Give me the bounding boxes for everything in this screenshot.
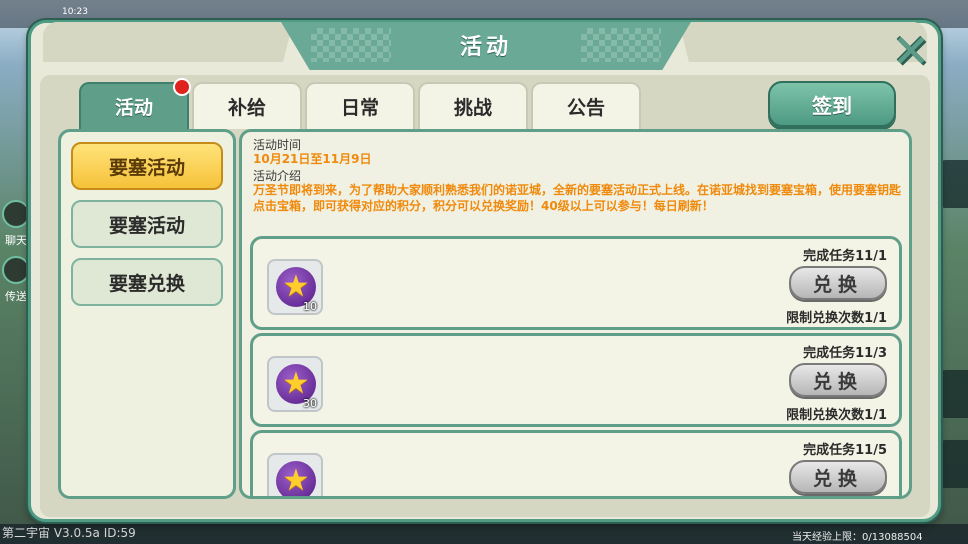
exchange-label: 兑换 [812, 467, 863, 490]
tab-challenge[interactable]: 挑战 [418, 82, 528, 129]
reward-card: ★ 完成任务11/5 兑换 [250, 430, 902, 496]
exchange-button[interactable]: 兑换 [789, 363, 887, 397]
tab-activity[interactable]: 活动 [79, 78, 191, 129]
reward-item-slot: ★ 10 [267, 259, 323, 315]
exchange-limit: 限制兑换次数1/1 [786, 408, 887, 423]
tab-label: 补给 [227, 97, 266, 119]
close-icon[interactable]: ✕ [892, 28, 931, 74]
signin-button[interactable]: 签到 [768, 81, 896, 127]
menu-item-label: 要塞活动 [108, 156, 185, 179]
task-progress: 完成任务11/5 [803, 443, 887, 458]
close-button[interactable]: ✕ [889, 28, 933, 74]
task-progress: 完成任务11/1 [803, 249, 887, 264]
reward-item-slot: ★ 30 [267, 356, 323, 412]
dialog-title: 活动 [459, 35, 512, 60]
exchange-button[interactable]: 兑换 [789, 460, 887, 494]
teleport-icon[interactable] [2, 256, 30, 284]
header-band-left [43, 22, 293, 62]
tab-label: 日常 [340, 97, 379, 119]
reward-quantity: 10 [303, 300, 317, 313]
task-progress: 完成任务11/3 [803, 346, 887, 361]
reward-card: ★ 10 完成任务11/1 兑换 限制兑换次数1/1 [250, 236, 902, 330]
side-menu: 要塞活动 要塞活动 要塞兑换 [58, 129, 236, 499]
notification-dot [173, 78, 191, 96]
tab-announcement[interactable]: 公告 [531, 82, 641, 129]
star-coin-icon: ★ [276, 461, 316, 496]
title-band: 活动 [281, 22, 691, 70]
exp-limit-text: 当天经验上限：0/13088504 [792, 532, 923, 543]
chat-label: 聊天 [5, 234, 27, 247]
menu-item-fortress-activity-2[interactable]: 要塞活动 [71, 200, 223, 248]
tab-label: 挑战 [453, 97, 492, 119]
menu-item-fortress-activity[interactable]: 要塞活动 [71, 142, 223, 190]
activity-dialog: 活动 ✕ 活动 补给 日常 挑战 公告 签到 要塞活动 要塞活动 要塞兑换 活动… [28, 20, 941, 522]
menu-item-fortress-exchange[interactable]: 要塞兑换 [71, 258, 223, 306]
reward-quantity: 30 [303, 397, 317, 410]
exchange-label: 兑换 [812, 370, 863, 393]
reward-item-slot: ★ [267, 453, 323, 496]
time-value: 10月21日至11月9日 [253, 152, 372, 166]
teleport-label: 传送 [5, 290, 27, 303]
exchange-button[interactable]: 兑换 [789, 266, 887, 300]
activity-content[interactable]: 活动时间 10月21日至11月9日 活动介绍 万圣节即将到来，为了帮助大家顺利熟… [239, 129, 912, 499]
exchange-label: 兑换 [812, 273, 863, 296]
footer-bar: 第二宇宙 V3.0.5a ID:59 当天经验上限：0/13088504 [0, 524, 968, 544]
version-text: 第二宇宙 V3.0.5a ID:59 [2, 526, 136, 540]
signin-label: 签到 [812, 93, 852, 118]
menu-item-label: 要塞兑换 [108, 272, 185, 295]
exchange-limit: 限制兑换次数1/1 [786, 311, 887, 326]
tab-label: 公告 [566, 97, 605, 119]
tab-daily[interactable]: 日常 [305, 82, 415, 129]
intro-text: 万圣节即将到来，为了帮助大家顺利熟悉我们的诺亚城，全新的要塞活动正式上线。在诺亚… [253, 183, 902, 213]
tab-supply[interactable]: 补给 [192, 82, 302, 129]
status-time: 10:23 [62, 7, 88, 17]
tab-label: 活动 [114, 97, 153, 119]
menu-item-label: 要塞活动 [108, 214, 185, 237]
chat-icon[interactable] [2, 200, 30, 228]
reward-card: ★ 30 完成任务11/3 兑换 限制兑换次数1/1 [250, 333, 902, 427]
